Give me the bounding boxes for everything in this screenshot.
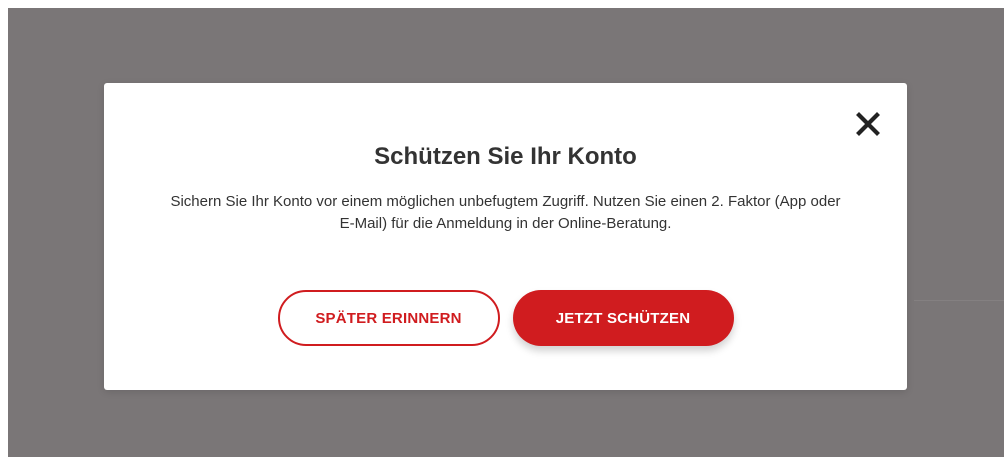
two-factor-dialog: Schützen Sie Ihr Konto Sichern Sie Ihr K…: [104, 83, 907, 390]
close-icon: [856, 112, 880, 136]
dialog-message: Sichern Sie Ihr Konto vor einem mögliche…: [170, 193, 841, 232]
dialog-actions: SPÄTER ERINNERN JETZT SCHÜTZEN: [104, 290, 907, 346]
remind-later-button[interactable]: SPÄTER ERINNERN: [277, 290, 500, 346]
background-divider: [914, 300, 1004, 301]
protect-now-button[interactable]: JETZT SCHÜTZEN: [512, 290, 734, 346]
dialog-title: Schützen Sie Ihr Konto: [374, 143, 637, 170]
close-button[interactable]: [855, 111, 881, 137]
